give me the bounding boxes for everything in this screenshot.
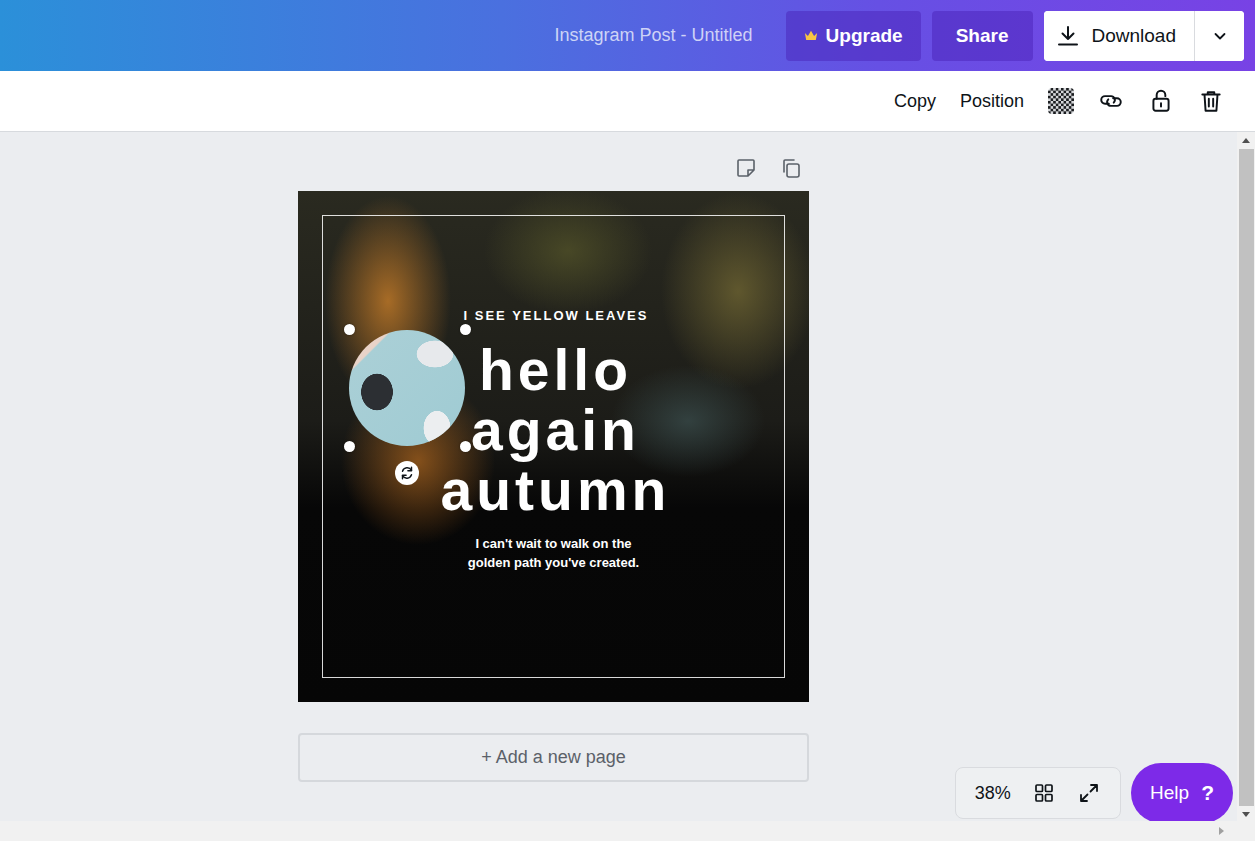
- download-icon: [1056, 24, 1080, 48]
- lock-button[interactable]: [1139, 81, 1183, 121]
- circle-image[interactable]: [349, 330, 465, 446]
- resize-handle[interactable]: [344, 324, 355, 335]
- crown-icon: [804, 29, 818, 42]
- share-button[interactable]: Share: [932, 11, 1033, 61]
- headline-text[interactable]: helloagainautumn: [437, 340, 671, 520]
- headline-line: again: [471, 400, 640, 460]
- horizontal-scrollbar[interactable]: [0, 821, 1255, 841]
- download-options-button[interactable]: [1194, 11, 1244, 61]
- upgrade-button[interactable]: Upgrade: [786, 11, 921, 61]
- zoom-controls: 38%: [955, 767, 1121, 819]
- rotate-handle[interactable]: [395, 461, 419, 485]
- vertical-scrollbar[interactable]: [1237, 132, 1255, 821]
- canvas-area: I SEE YELLOW LEAVES helloagainautumn I c…: [0, 132, 1237, 821]
- toolbar: CopyPosition: [0, 71, 1255, 132]
- transparency-button[interactable]: [1039, 81, 1083, 121]
- header-bar: Instagram Post - Untitled Upgrade Share …: [0, 0, 1255, 71]
- body-line: golden path you've created.: [468, 553, 639, 572]
- workspace: I SEE YELLOW LEAVES helloagainautumn I c…: [0, 132, 1255, 821]
- body-line: I can't wait to walk on the: [475, 534, 631, 553]
- document-title[interactable]: Instagram Post - Untitled: [555, 25, 753, 46]
- question-icon: ?: [1201, 781, 1214, 805]
- link-icon: [1098, 88, 1124, 114]
- grid-view-icon[interactable]: [1032, 781, 1056, 805]
- scroll-thumb[interactable]: [1239, 149, 1254, 806]
- phones-photo: [349, 330, 465, 446]
- toolbar-button[interactable]: Copy: [885, 85, 945, 118]
- subtitle-text[interactable]: I SEE YELLOW LEAVES: [459, 306, 649, 326]
- download-button[interactable]: Download: [1044, 11, 1195, 61]
- body-text[interactable]: I can't wait to walk on thegolden path y…: [468, 534, 639, 572]
- headline-line: autumn: [441, 460, 671, 520]
- resize-handle[interactable]: [460, 324, 471, 335]
- download-button-group: Download: [1044, 11, 1245, 61]
- resize-handle[interactable]: [344, 441, 355, 452]
- help-button[interactable]: Help ?: [1131, 763, 1233, 821]
- fullscreen-icon[interactable]: [1077, 781, 1101, 805]
- page-column: I SEE YELLOW LEAVES helloagainautumn I c…: [298, 132, 809, 782]
- add-page-button[interactable]: + Add a new page: [298, 733, 809, 782]
- transparency-icon: [1048, 88, 1074, 114]
- zoom-level[interactable]: 38%: [975, 783, 1011, 804]
- rotate-icon: [398, 464, 416, 482]
- scroll-up-icon[interactable]: [1242, 138, 1250, 143]
- link-button[interactable]: [1089, 81, 1133, 121]
- trash-icon: [1198, 88, 1224, 114]
- toolbar-button[interactable]: Position: [951, 85, 1033, 118]
- scroll-down-icon[interactable]: [1242, 812, 1250, 817]
- unlocked-padlock-icon: [1148, 88, 1174, 114]
- scroll-right-icon[interactable]: [1219, 827, 1224, 835]
- headline-line: hello: [479, 340, 632, 400]
- duplicate-icon[interactable]: [779, 156, 803, 180]
- note-icon[interactable]: [734, 156, 758, 180]
- design-page[interactable]: I SEE YELLOW LEAVES helloagainautumn I c…: [298, 191, 809, 702]
- resize-handle[interactable]: [460, 441, 471, 452]
- chevron-down-icon: [1212, 28, 1228, 44]
- canva-editor: Instagram Post - Untitled Upgrade Share …: [0, 0, 1255, 841]
- delete-button[interactable]: [1189, 81, 1233, 121]
- page-tools: [298, 156, 809, 180]
